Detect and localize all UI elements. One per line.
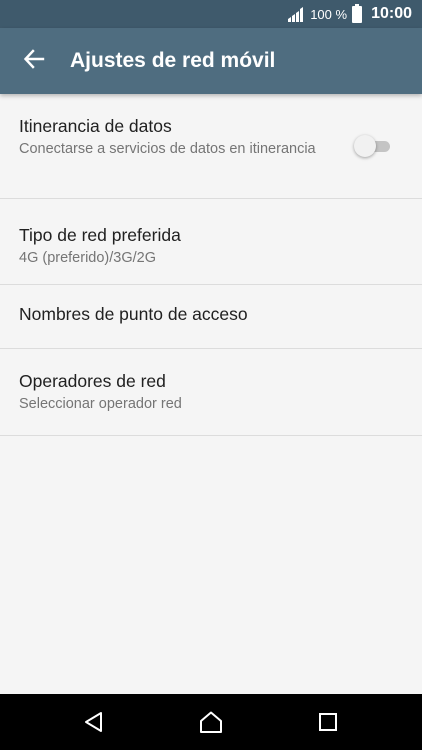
toggle-thumb (354, 135, 376, 157)
signal-icon (287, 6, 305, 22)
nav-back-button[interactable] (74, 702, 114, 742)
battery-percentage: 100 % (310, 6, 348, 22)
clock: 10:00 (371, 5, 412, 22)
setting-summary: Seleccionar operador red (19, 396, 182, 412)
battery-icon (352, 3, 363, 23)
nav-recents-button[interactable] (308, 702, 348, 742)
page-title: Ajustes de red móvil (70, 49, 276, 72)
setting-title: Tipo de red preferida (19, 225, 181, 245)
setting-title: Nombres de punto de acceso (19, 304, 248, 324)
setting-data-roaming[interactable]: Itinerancia de datos Conectarse a servic… (0, 94, 422, 199)
settings-list: Itinerancia de datos Conectarse a servic… (0, 94, 422, 436)
setting-title: Itinerancia de datos (19, 116, 172, 136)
nav-recents-icon (317, 711, 339, 733)
status-bar: 100 % 10:00 (0, 0, 422, 28)
navigation-bar (0, 694, 422, 750)
back-button[interactable] (12, 39, 56, 83)
setting-summary: 4G (preferido)/3G/2G (19, 250, 156, 266)
setting-access-point-names[interactable]: Nombres de punto de acceso (0, 285, 422, 349)
status-indicators: 100 % 10:00 (287, 0, 412, 28)
nav-home-button[interactable] (191, 702, 231, 742)
app-bar: Ajustes de red móvil (0, 28, 422, 94)
nav-back-icon (83, 711, 105, 733)
setting-summary: Conectarse a servicios de datos en itine… (19, 141, 316, 157)
setting-title: Operadores de red (19, 371, 166, 391)
nav-home-icon (198, 710, 224, 734)
setting-network-operators[interactable]: Operadores de red Seleccionar operador r… (0, 349, 422, 436)
arrow-left-icon (23, 48, 45, 75)
setting-preferred-network-type[interactable]: Tipo de red preferida 4G (preferido)/3G/… (0, 199, 422, 285)
data-roaming-toggle[interactable] (354, 135, 391, 157)
